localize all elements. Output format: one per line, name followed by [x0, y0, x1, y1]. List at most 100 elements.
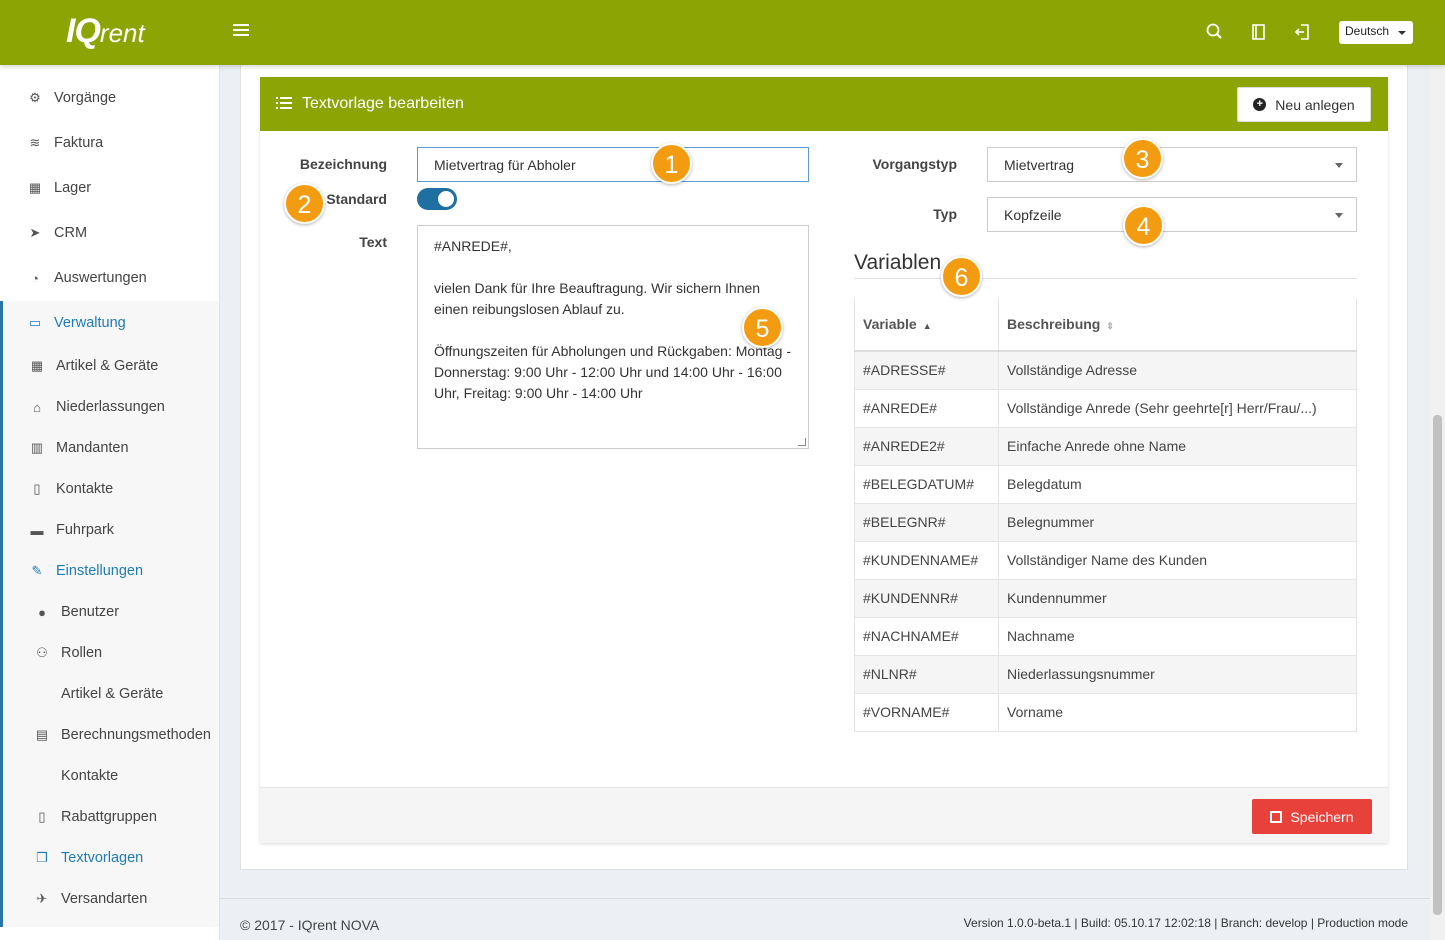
sidebar-item-label: Artikel & Geräte: [56, 358, 159, 374]
table-row[interactable]: #KUNDENNAME# Vollständiger Name des Kunde…: [854, 541, 1357, 580]
sidebar-item-label: Benutzer: [61, 604, 120, 620]
top-bar: IQrent Deutsch: [0, 0, 1445, 65]
copyright-text: © 2017 - IQrent NOVA: [240, 917, 380, 933]
logout-icon[interactable]: [1293, 22, 1313, 42]
panel-title: Textvorlage bearbeiten: [302, 95, 464, 112]
book-icon: ▯: [38, 809, 46, 824]
textvorlage-panel: Textvorlage bearbeiten + Neu anlegen Beze…: [260, 77, 1388, 843]
app-logo[interactable]: IQrent: [66, 12, 145, 51]
standard-toggle[interactable]: [417, 188, 457, 210]
sidebar-item-10[interactable]: ▬ Fuhrpark: [0, 510, 219, 550]
variables-title: Variablen: [854, 251, 942, 274]
sidebar-item-16[interactable]: Kontakte: [0, 756, 219, 796]
table-row[interactable]: #KUNDENNR# Kundennummer: [854, 579, 1357, 618]
chevron-down-icon: [1335, 213, 1343, 218]
sidebar-item-11[interactable]: ✎ Einstellungen: [0, 551, 219, 591]
search-icon[interactable]: [1205, 22, 1225, 42]
book-icon[interactable]: [1249, 22, 1269, 42]
table-row[interactable]: #ANREDE2# Einfache Anrede ohne Name: [854, 427, 1357, 466]
description-cell: Vollständige Anrede (Sehr geehrte[r] Her…: [998, 389, 1357, 428]
table-row[interactable]: #ANREDE# Vollständige Anrede (Sehr geehrt…: [854, 389, 1357, 428]
sidebar-item-14[interactable]: Artikel & Geräte: [0, 674, 219, 714]
variable-cell: #ANREDE#: [854, 389, 999, 428]
sidebar-item-label: Berechnungsmethoden: [61, 727, 211, 743]
panel-header: Textvorlage bearbeiten + Neu anlegen: [260, 77, 1388, 131]
list-icon: [276, 97, 292, 109]
sidebar-item-label: CRM: [54, 225, 88, 241]
sidebar-item-1[interactable]: ≋ Faktura: [0, 123, 219, 163]
calculator-icon: ▤: [35, 727, 49, 742]
variable-cell: #KUNDENNR#: [854, 579, 999, 618]
grid-icon: ▦: [30, 358, 44, 373]
sidebar-item-label: Kontakte: [56, 481, 114, 497]
rocket-icon: ✈: [36, 891, 48, 906]
wrench-icon: ✎: [31, 563, 43, 578]
sidebar-item-12[interactable]: ● Benutzer: [0, 592, 219, 632]
table-row[interactable]: #ADRESSE# Vollständige Adresse: [854, 351, 1357, 390]
sidebar-item-15[interactable]: ▤ Berechnungsmethoden: [0, 715, 219, 755]
annotation-badge-6: 6: [941, 256, 982, 297]
sidebar-item-2[interactable]: ▦ Lager: [0, 168, 219, 208]
sidebar-item-5[interactable]: ▭ Verwaltung: [0, 303, 219, 343]
table-row[interactable]: #VORNAME# Vorname: [854, 693, 1357, 732]
sidebar-item-4[interactable]: ◔ Auswertungen: [0, 258, 219, 298]
vorgangstyp-select[interactable]: Mietvertrag: [987, 147, 1357, 182]
menu-toggle-icon[interactable]: [233, 24, 249, 38]
description-cell: Vorname: [998, 693, 1357, 732]
language-select[interactable]: Deutsch: [1339, 21, 1413, 44]
table-row[interactable]: #BELEGDATUM# Belegdatum: [854, 465, 1357, 504]
save-button[interactable]: Speichern: [1252, 799, 1372, 834]
sidebar-item-0[interactable]: ⚙ Vorgänge: [0, 78, 219, 118]
sidebar-item-3[interactable]: ➤ CRM: [0, 213, 219, 253]
table-row[interactable]: #NLNR# Niederlassungsnummer: [854, 655, 1357, 694]
users-icon: ⚇: [36, 645, 48, 660]
column-header-beschreibung[interactable]: Beschreibung ⇕: [998, 298, 1357, 352]
sidebar-item-13[interactable]: ⚇ Rollen: [0, 633, 219, 673]
variable-cell: #ADRESSE#: [854, 351, 999, 390]
typ-select[interactable]: Kopfzeile: [987, 197, 1357, 232]
version-text: Version 1.0.0-beta.1 | Build: 05.10.17 1…: [963, 916, 1408, 930]
sort-icon: ⇕: [1106, 321, 1114, 331]
annotation-badge-3: 3: [1122, 138, 1163, 179]
sidebar-item-7[interactable]: ⌂ Niederlassungen: [0, 387, 219, 427]
sidebar-item-6[interactable]: ▦ Artikel & Geräte: [0, 346, 219, 386]
copy-icon: ❐: [36, 850, 48, 865]
typ-label: Typ: [933, 206, 957, 222]
vorgangstyp-label: Vorgangstyp: [872, 156, 957, 172]
sidebar-item-label: Kontakte: [61, 768, 119, 784]
car-icon: ▬: [30, 522, 44, 538]
sidebar-item-8[interactable]: ▥ Mandanten: [0, 428, 219, 468]
page-footer: © 2017 - IQrent NOVA Version 1.0.0-beta.…: [220, 898, 1430, 940]
new-button[interactable]: + Neu anlegen: [1237, 87, 1371, 122]
address-book-icon: ▯: [33, 481, 41, 496]
sidebar-item-label: Faktura: [54, 135, 104, 151]
table-row[interactable]: #NACHNAME# Nachname: [854, 617, 1357, 656]
sidebar-item-label: Artikel & Geräte: [61, 686, 164, 702]
sidebar-item-19[interactable]: ✈ Versandarten: [0, 879, 219, 919]
save-icon: [1270, 810, 1283, 823]
sidebar-item-label: Textvorlagen: [61, 850, 144, 866]
pie-chart-icon: ◔: [31, 270, 39, 286]
sidebar-item-18[interactable]: ❐ Textvorlagen: [0, 838, 219, 878]
home-icon: ⌂: [33, 399, 41, 415]
user-icon: ●: [38, 604, 46, 620]
panel-footer: Speichern: [260, 787, 1388, 843]
building-icon: ▥: [30, 440, 44, 455]
bezeichnung-input[interactable]: Mietvertrag für Abholer: [417, 147, 809, 182]
plus-circle-icon: +: [1253, 98, 1267, 111]
column-header-variable[interactable]: Variable ▲: [854, 298, 999, 352]
sidebar-item-9[interactable]: ▯ Kontakte: [0, 469, 219, 509]
scrollbar[interactable]: [1430, 0, 1445, 940]
sidebar-item-label: Lager: [54, 180, 92, 196]
annotation-badge-1: 1: [651, 143, 692, 184]
resize-handle[interactable]: [798, 438, 806, 446]
scrollbar-thumb[interactable]: [1433, 415, 1442, 915]
sidebar-item-17[interactable]: ▯ Rabattgruppen: [0, 797, 219, 837]
chevron-down-icon: [1335, 163, 1343, 168]
description-cell: Belegdatum: [998, 465, 1357, 504]
sidebar-item-label: Einstellungen: [56, 563, 144, 579]
table-row[interactable]: #BELEGNR# Belegnummer: [854, 503, 1357, 542]
description-cell: Nachname: [998, 617, 1357, 656]
text-label: Text: [359, 234, 387, 250]
